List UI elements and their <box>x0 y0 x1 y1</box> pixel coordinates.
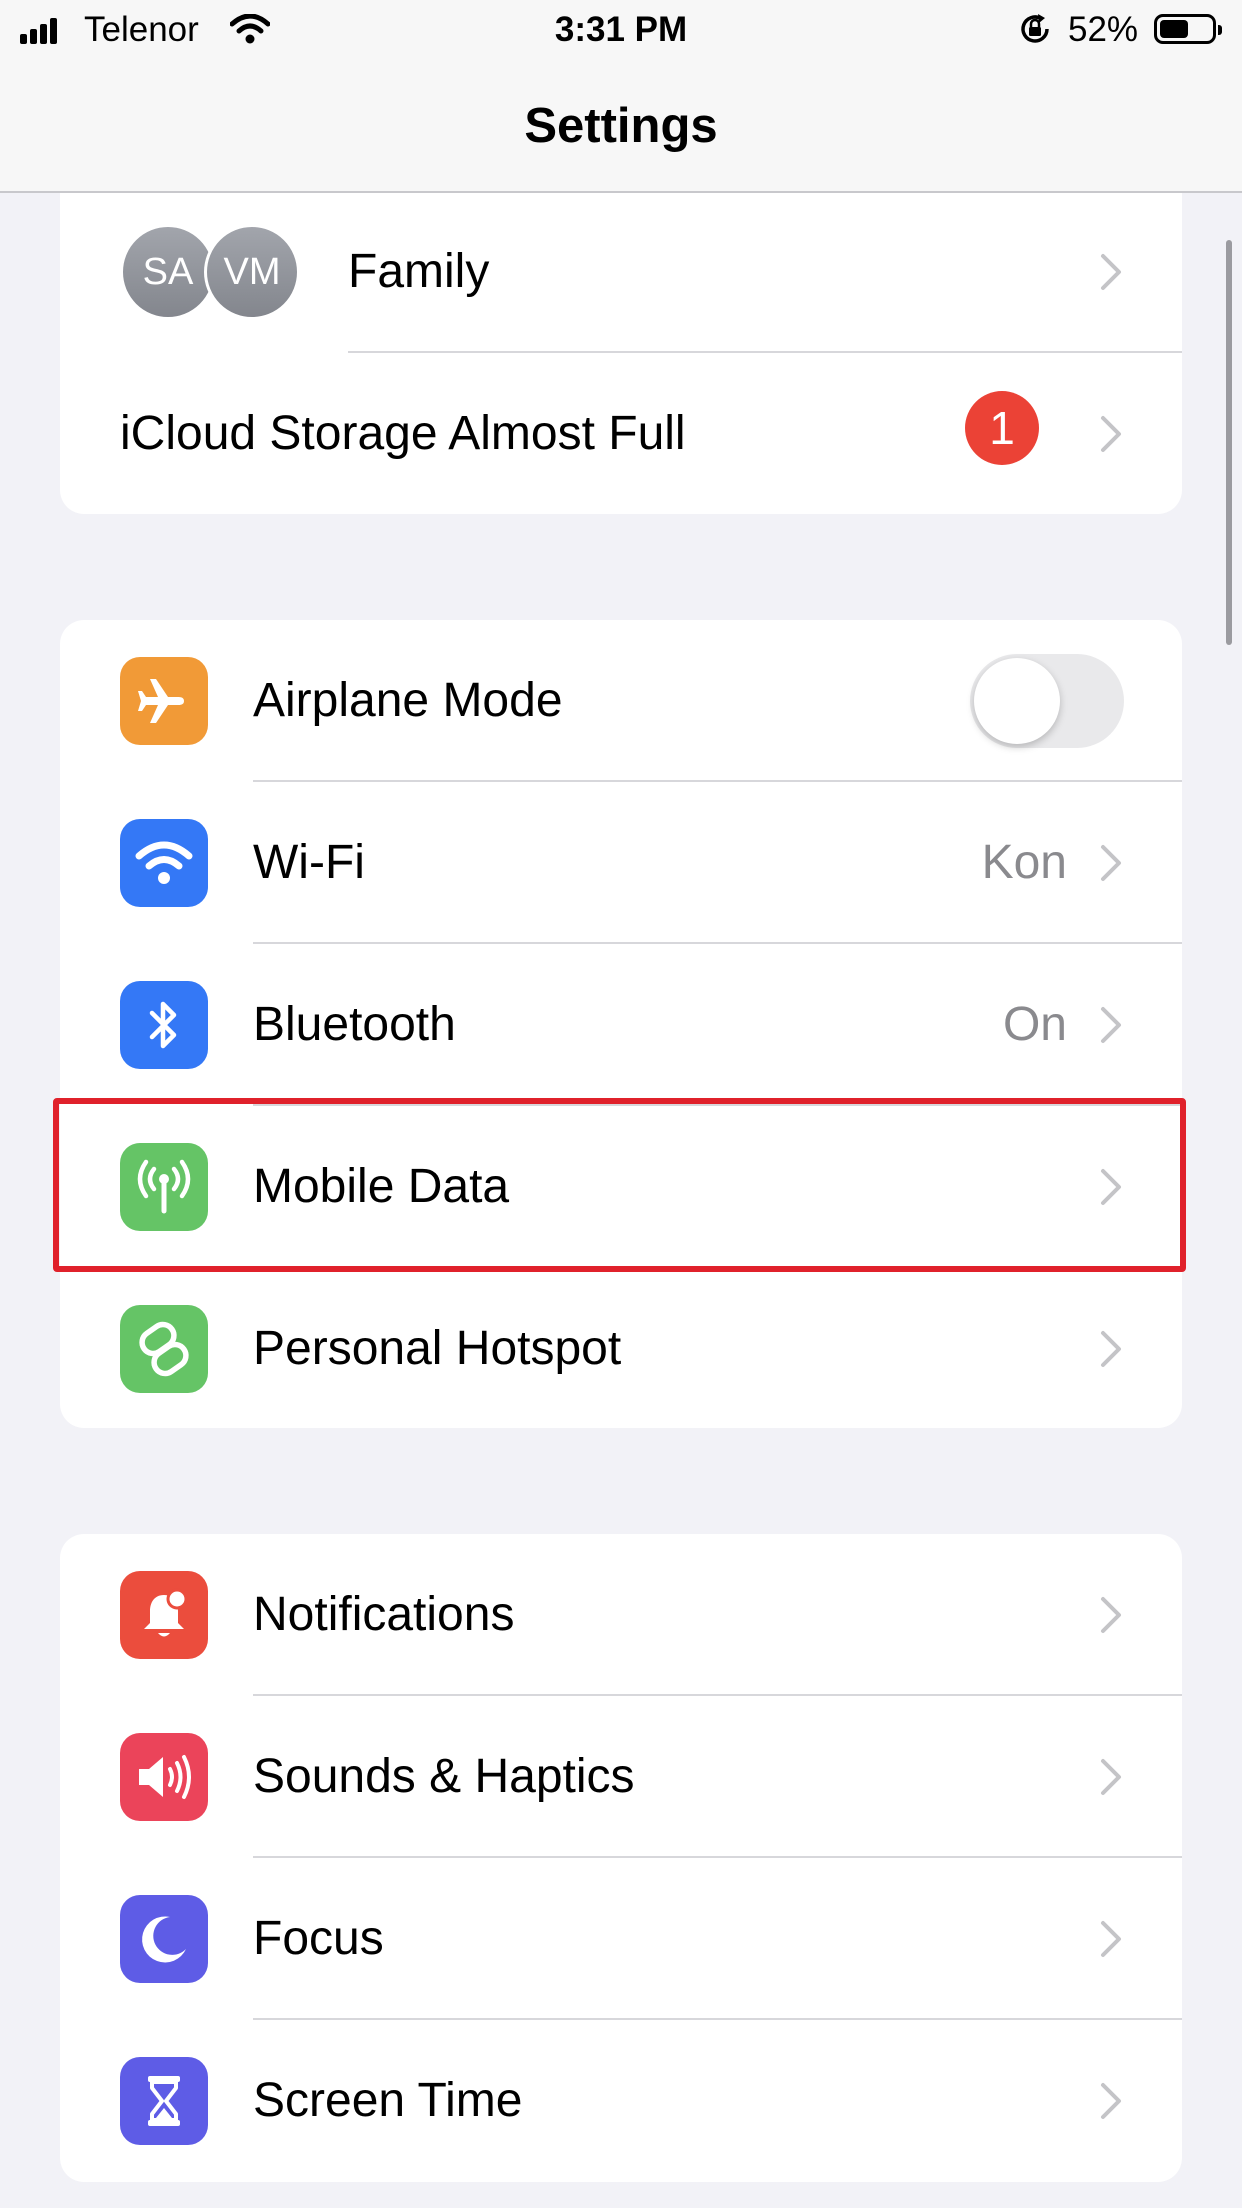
chevron-right-icon <box>1101 1759 1121 1795</box>
airplane-mode-label: Airplane Mode <box>253 674 563 727</box>
hourglass-icon <box>120 2057 208 2145</box>
bluetooth-icon <box>120 981 208 1069</box>
chevron-right-icon <box>1101 1007 1121 1043</box>
orientation-lock-icon <box>1021 14 1049 43</box>
airplane-mode-row: Airplane Mode <box>60 620 1182 782</box>
notifications-label: Notifications <box>253 1588 515 1641</box>
chevron-right-icon <box>1101 2083 1121 2119</box>
bluetooth-label: Bluetooth <box>253 998 456 1051</box>
bluetooth-value: On <box>1002 998 1067 1051</box>
avatar-sa: SA <box>120 224 216 320</box>
family-label: Family <box>348 245 490 298</box>
chevron-right-icon <box>1101 1169 1121 1205</box>
chevron-right-icon <box>1101 416 1121 452</box>
focus-row[interactable]: Focus <box>60 1858 1182 2020</box>
mobile-data-label: Mobile Data <box>253 1160 510 1213</box>
chevron-right-icon <box>1101 845 1121 881</box>
screen-time-row[interactable]: Screen Time <box>60 2020 1182 2182</box>
icloud-storage-row[interactable]: iCloud Storage Almost Full 1 <box>60 353 1182 514</box>
wifi-network-value: Kon <box>981 836 1067 889</box>
bell-icon <box>120 1571 208 1659</box>
sounds-haptics-label: Sounds & Haptics <box>253 1750 635 1803</box>
page-title: Settings <box>524 99 718 153</box>
speaker-icon <box>120 1733 208 1821</box>
icloud-storage-label: iCloud Storage Almost Full <box>120 407 686 460</box>
airplane-mode-toggle[interactable] <box>970 654 1124 748</box>
notification-badge: 1 <box>965 391 1039 465</box>
avatar-vm: VM <box>204 224 300 320</box>
battery-icon <box>1154 14 1222 44</box>
status-bar: Telenor 3:31 PM 52% <box>0 0 1242 64</box>
notifications-row[interactable]: Notifications <box>60 1534 1182 1696</box>
scrollbar[interactable] <box>1226 240 1232 645</box>
battery-percent: 52% <box>1068 10 1139 49</box>
chevron-right-icon <box>1101 254 1121 290</box>
family-row[interactable]: SA VM Family <box>60 191 1182 353</box>
chevron-right-icon <box>1101 1597 1121 1633</box>
hotspot-link-icon <box>120 1305 208 1393</box>
moon-icon <box>120 1895 208 1983</box>
account-group: SA VM Family iCloud Storage Almost Full … <box>60 150 1182 514</box>
screen-time-label: Screen Time <box>253 2074 523 2127</box>
personal-hotspot-row[interactable]: Personal Hotspot <box>60 1268 1182 1428</box>
chevron-right-icon <box>1101 1921 1121 1957</box>
mobile-data-row[interactable]: Mobile Data <box>60 1106 1182 1268</box>
airplane-icon <box>120 657 208 745</box>
personal-hotspot-label: Personal Hotspot <box>253 1322 622 1375</box>
antenna-icon <box>120 1143 208 1231</box>
wifi-row[interactable]: Wi-Fi Kon <box>60 782 1182 944</box>
top-bar: Telenor 3:31 PM 52% Settings <box>0 0 1242 193</box>
connectivity-group: Airplane Mode Wi-Fi Kon Bluetooth On Mob… <box>60 620 1182 1428</box>
sounds-haptics-row[interactable]: Sounds & Haptics <box>60 1696 1182 1858</box>
general-group: Notifications Sounds & Haptics Focus Scr… <box>60 1534 1182 2182</box>
status-time: 3:31 PM <box>554 10 688 49</box>
chevron-right-icon <box>1101 1331 1121 1367</box>
wifi-label: Wi-Fi <box>253 836 365 889</box>
focus-label: Focus <box>253 1912 384 1965</box>
bluetooth-row[interactable]: Bluetooth On <box>60 944 1182 1106</box>
wifi-icon <box>120 819 208 907</box>
